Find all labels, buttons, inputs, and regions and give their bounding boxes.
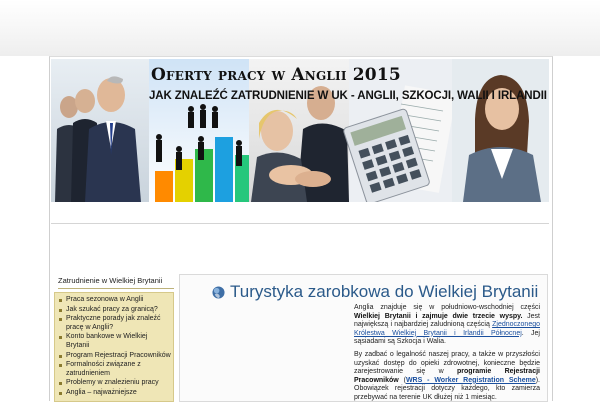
banner-title: Oferty pracy w Anglii 2015 (151, 65, 401, 85)
bullet-icon (59, 318, 62, 322)
article-title-text: Turystyka zarobkowa do Wielkiej Brytanii (230, 282, 539, 301)
sidebar-item[interactable]: Formalności związane z zatrudnieniem (58, 361, 171, 378)
sidebar-item[interactable]: Jak szukać pracy za granicą? (58, 306, 171, 315)
bullet-icon (59, 391, 62, 395)
bullet-icon (59, 382, 62, 386)
bullet-icon (59, 308, 62, 312)
bullet-icon (59, 299, 62, 302)
bullet-icon (59, 354, 62, 358)
globe-icon (212, 285, 225, 299)
header-banner: Oferty pracy w Anglii 2015 JAK ZNALEŹĆ Z… (51, 59, 549, 202)
sidebar-item[interactable]: Konto bankowe w Wielkiej Brytanii (58, 333, 171, 350)
article-paragraph: Anglia znajduje się w południowo-wschodn… (354, 304, 540, 346)
article-body: Anglia znajduje się w południowo-wschodn… (354, 304, 540, 407)
sidebar-item[interactable]: Anglia – najważniejsze (58, 389, 171, 398)
banner-divider (51, 223, 549, 224)
sidebar-item[interactable]: Praktyczne porady jak znaleźć pracę w An… (58, 315, 171, 332)
sidebar-menu: Praca sezonowa w Anglii Jak szukać pracy… (54, 292, 174, 402)
sidebar-heading: Zatrudnienie w Wielkiej Brytanii (58, 276, 174, 289)
wrs-link[interactable]: WRS - Worker Registration Scheme (406, 377, 536, 384)
bullet-icon (59, 364, 62, 368)
article-paragraph: By zadbać o legalność naszej pracy, a ta… (354, 350, 540, 401)
bullet-icon (59, 336, 62, 340)
top-header-band (0, 0, 600, 56)
banner-subtitle: JAK ZNALEŹĆ ZATRUDNIENIE W UK - ANGLII, … (149, 90, 547, 102)
sidebar-item[interactable]: Praca sezonowa w Anglii (58, 296, 171, 305)
sidebar-item[interactable]: Program Rejestracji Pracowników (58, 352, 171, 361)
article-title: Turystyka zarobkowa do Wielkiej Brytanii (212, 282, 538, 302)
sidebar-item[interactable]: Problemy w znalezieniu pracy (58, 379, 171, 388)
